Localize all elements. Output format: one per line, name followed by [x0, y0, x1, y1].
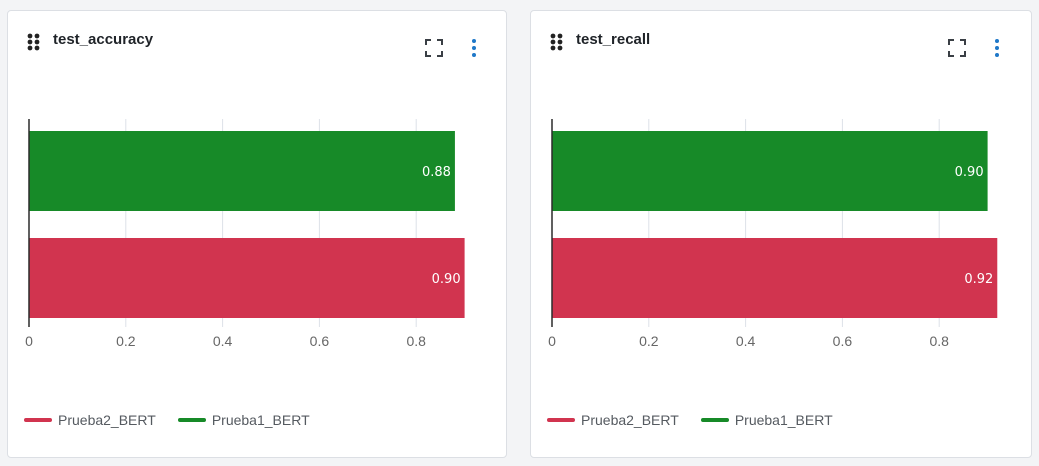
- data-label: 0.90: [432, 272, 461, 287]
- legend-swatch: [24, 418, 52, 422]
- legend-swatch: [700, 418, 729, 422]
- legend-item-prueba1[interactable]: Prueba1_BERT: [177, 412, 310, 428]
- bar-prueba2-bert: [29, 238, 465, 318]
- chart-panel-test-recall: test_recall 0.90 0.92 0 0.2 0.4 0.6 0.8 Prueba…: [530, 10, 1032, 458]
- legend-label: Prueba2_BERT: [58, 412, 156, 428]
- bar-prueba1-bert: [552, 131, 988, 211]
- x-tick-label: 0: [548, 333, 556, 349]
- x-tick-label: 0.4: [736, 333, 756, 349]
- legend-label: Prueba2_BERT: [581, 412, 679, 428]
- x-tick-label: 0.8: [929, 333, 949, 349]
- chart-panel-test-accuracy: test_accuracy 0.88 0.90 0 0.2 0.4 0.6 0.8 Prue…: [7, 10, 507, 458]
- bar-chart-test-accuracy: 0.88 0.90 0 0.2 0.4 0.6 0.8: [25, 119, 465, 349]
- legend-item-prueba1[interactable]: Prueba1_BERT: [700, 412, 833, 428]
- legend: Prueba2_BERT Prueba1_BERT: [547, 412, 855, 428]
- data-label: 0.92: [964, 272, 993, 287]
- bar-prueba2-bert: [552, 238, 998, 318]
- legend-item-prueba2[interactable]: Prueba2_BERT: [547, 412, 679, 428]
- legend-swatch: [547, 418, 575, 422]
- x-tick-label: 0: [25, 333, 33, 349]
- x-tick-label: 0.4: [213, 333, 233, 349]
- legend-label: Prueba1_BERT: [734, 412, 833, 428]
- bar-prueba1-bert: [29, 131, 455, 211]
- data-label: 0.88: [422, 165, 451, 180]
- legend-item-prueba2[interactable]: Prueba2_BERT: [24, 412, 156, 428]
- legend: Prueba2_BERT Prueba1_BERT: [24, 412, 332, 428]
- x-tick-label: 0.8: [406, 333, 426, 349]
- x-tick-label: 0.6: [310, 333, 330, 349]
- legend-swatch: [177, 418, 206, 422]
- bar-chart-test-recall: 0.90 0.92 0 0.2 0.4 0.6 0.8: [548, 119, 998, 349]
- x-tick-label: 0.2: [116, 333, 136, 349]
- x-tick-label: 0.2: [639, 333, 659, 349]
- x-tick-label: 0.6: [833, 333, 853, 349]
- legend-label: Prueba1_BERT: [211, 412, 310, 428]
- data-label: 0.90: [955, 165, 984, 180]
